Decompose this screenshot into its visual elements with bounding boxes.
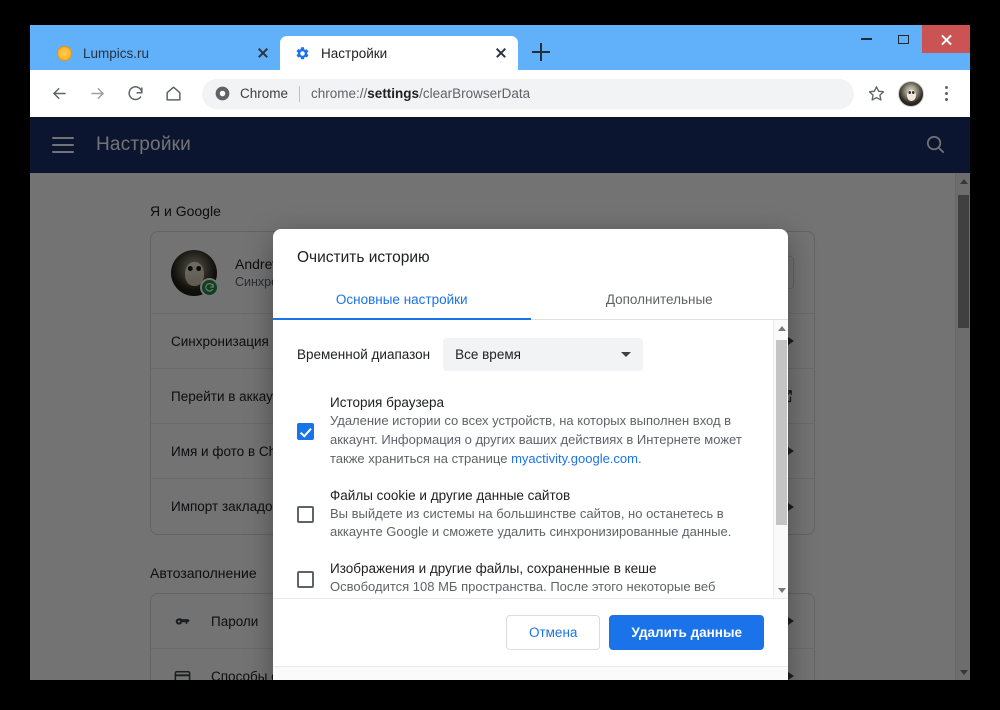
reload-icon[interactable] (120, 78, 151, 109)
address-bar[interactable]: Chrome chrome://settings/clearBrowserDat… (202, 78, 854, 109)
close-window-button[interactable] (922, 25, 970, 53)
myactivity-link[interactable]: myactivity.google.com (511, 451, 638, 466)
maximize-button[interactable] (885, 25, 922, 53)
time-range-select[interactable]: Все время (443, 338, 644, 371)
tab-title: Lumpics.ru (83, 45, 150, 61)
star-icon[interactable] (862, 80, 890, 108)
dialog-tabs: Основные настройки Дополнительные (273, 281, 788, 320)
checkbox-cached-images[interactable] (297, 570, 314, 588)
home-icon[interactable] (158, 78, 189, 109)
url-bold-part: settings (367, 86, 420, 101)
gear-icon (294, 45, 310, 61)
three-dots-menu-icon[interactable] (932, 80, 960, 108)
checkbox-texts: Изображения и другие файлы, сохраненные … (330, 561, 749, 597)
dialog-scroll-area: Временной диапазон Все время История бра… (273, 320, 788, 599)
tab-advanced-settings[interactable]: Дополнительные (531, 281, 789, 319)
url-suffix: /clearBrowserData (419, 86, 531, 101)
omnibox-url-text: chrome://settings/clearBrowserData (311, 86, 530, 101)
browser-tab-lumpics[interactable]: Lumpics.ru (42, 36, 280, 70)
dialog-title: Очистить историю (297, 249, 430, 266)
scroll-down-arrow-icon[interactable] (774, 582, 788, 598)
tab-title: Настройки (321, 45, 388, 61)
window-controls (848, 25, 970, 53)
delete-data-button[interactable]: Удалить данные (609, 615, 764, 650)
dialog-footer: Andrew P. Синхронизация с and.rew.lptw@g… (273, 667, 788, 680)
forward-arrow-icon[interactable] (82, 78, 113, 109)
checkbox-cookies[interactable] (297, 506, 314, 524)
cancel-button[interactable]: Отмена (505, 615, 601, 650)
checkbox-title: Изображения и другие файлы, сохраненные … (330, 561, 657, 577)
checkbox-item-browsing-history[interactable]: История браузера Удаление истории со все… (273, 395, 773, 469)
time-range-label: Временной диапазон (297, 347, 431, 362)
url-prefix: chrome:// (311, 86, 368, 101)
minimize-button[interactable] (848, 25, 885, 53)
checkbox-texts: История браузера Удаление истории со все… (330, 395, 749, 469)
dialog-scrollbar[interactable] (773, 320, 788, 598)
scroll-up-arrow-icon[interactable] (774, 320, 788, 336)
checkbox-item-cached-images[interactable]: Изображения и другие файлы, сохраненные … (273, 561, 773, 597)
chevron-down-icon (621, 352, 632, 357)
new-tab-button[interactable] (527, 38, 555, 66)
omnibox-divider (299, 85, 301, 102)
dialog-actions: Отмена Удалить данные (273, 599, 788, 667)
desc-text-end: . (637, 450, 642, 466)
clear-browsing-data-dialog: Очистить историю Основные настройки Допо… (273, 229, 788, 680)
browser-toolbar: Chrome chrome://settings/clearBrowserDat… (30, 70, 970, 117)
checkbox-description: Удаление истории со всех устройств, на к… (330, 412, 749, 469)
close-icon[interactable] (492, 44, 510, 62)
orange-circle-icon (56, 45, 72, 61)
tab-strip: Lumpics.ru Настройки (30, 25, 970, 70)
time-range-row: Временной диапазон Все время (273, 338, 773, 371)
checkbox-browsing-history[interactable] (297, 423, 314, 441)
checkbox-texts: Файлы cookie и другие данные сайтов Вы в… (330, 488, 749, 543)
scrollbar-thumb[interactable] (776, 340, 787, 525)
checkbox-description: Вы выйдете из системы на большинстве сай… (330, 505, 732, 540)
desktop-background: Lumpics.ru Настройки Chrome chrome://set… (0, 0, 1000, 710)
avatar-icon[interactable] (898, 80, 924, 107)
checkbox-item-cookies[interactable]: Файлы cookie и другие данные сайтов Вы в… (273, 488, 773, 543)
chrome-browser-window: Lumpics.ru Настройки Chrome chrome://set… (30, 25, 970, 680)
omnibox-scheme-label: Chrome (240, 86, 289, 101)
back-arrow-icon[interactable] (44, 78, 75, 109)
time-range-value: Все время (455, 347, 521, 362)
dialog-scroll-content: Временной диапазон Все время История бра… (273, 320, 773, 598)
checkbox-title: История браузера (330, 395, 445, 410)
tab-basic-settings[interactable]: Основные настройки (273, 281, 531, 320)
chrome-shield-icon (214, 85, 231, 102)
checkbox-title: Файлы cookie и другие данные сайтов (330, 487, 571, 503)
checkbox-description: Освободится 108 МБ пространства. После э… (330, 579, 716, 595)
close-icon[interactable] (254, 44, 272, 62)
browser-tab-settings[interactable]: Настройки (280, 36, 518, 70)
page-viewport: Настройки Я и Google (30, 117, 970, 680)
